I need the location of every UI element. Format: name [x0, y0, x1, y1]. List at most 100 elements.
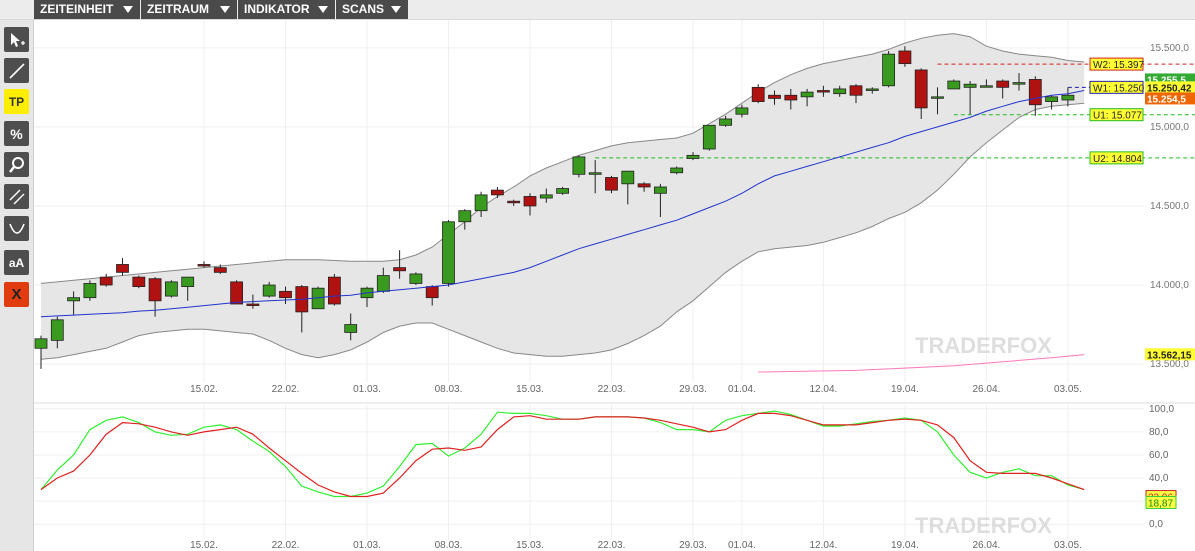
x-tick-label: 03.05.: [1054, 540, 1082, 551]
candle-body: [800, 91, 814, 98]
x-tick-label: 22.02.: [272, 384, 300, 395]
candle-body: [719, 118, 732, 126]
candle-body: [344, 324, 358, 333]
candle-body: [605, 177, 618, 191]
menu-scans-button[interactable]: SCANS: [336, 0, 408, 19]
candle-body: [768, 94, 781, 99]
price-tag-label: 15.254,5: [1147, 94, 1186, 105]
percent-icon[interactable]: %: [4, 121, 29, 146]
x-tick-label: 01.04.: [728, 540, 756, 551]
x-tick-label: 26.04.: [972, 384, 1000, 395]
candle-body: [490, 189, 504, 196]
zoom-icon[interactable]: [4, 152, 29, 177]
x-tick-label: 15.03.: [516, 384, 544, 395]
candle-body: [556, 188, 569, 194]
candle-body: [621, 170, 635, 185]
candle-body: [442, 221, 455, 284]
chevron-down-icon: [220, 6, 230, 13]
x-tick-label: 12.04.: [809, 540, 837, 551]
candle-body: [83, 283, 97, 299]
menu-indikator-button[interactable]: INDIKATOR: [238, 0, 335, 19]
candle-body: [539, 194, 553, 199]
watermark-oscillator: TRADERFOX: [915, 513, 1052, 538]
candle-body: [164, 281, 178, 297]
candle-body: [963, 83, 977, 88]
x-tick-label: 22.03.: [598, 540, 626, 551]
candle-body: [702, 124, 716, 150]
menu-label: SCANS: [342, 2, 385, 16]
candle-body: [458, 210, 472, 223]
x-tick-label: 03.05.: [1054, 384, 1082, 395]
candle-body: [409, 273, 423, 284]
y-tick-label: 60,0: [1149, 450, 1169, 461]
trendline-icon[interactable]: [4, 58, 29, 83]
candle-body: [67, 297, 80, 302]
chart-area[interactable]: 15.500,015.000,014.500,014.000,013.500,0…: [34, 20, 1195, 551]
candle-body: [1061, 94, 1075, 101]
menu-zeiteinheit-button[interactable]: ZEITEINHEIT: [34, 0, 140, 19]
candle-body: [116, 264, 129, 273]
y-tick-label: 80,0: [1149, 427, 1169, 438]
level-label: U2: 14.804: [1093, 154, 1142, 165]
candle-body: [425, 286, 439, 299]
y-tick-label: 15.500,0: [1150, 43, 1189, 54]
candle-body: [148, 278, 162, 302]
x-tick-label: 08.03.: [435, 384, 463, 395]
candle-body: [1045, 96, 1058, 102]
candle-body: [670, 167, 684, 174]
candle-body: [751, 86, 765, 102]
x-tick-label: 22.03.: [598, 384, 626, 395]
candle-body: [654, 186, 667, 194]
level-label: W2: 15.397: [1093, 60, 1145, 71]
y-tick-label: 40,0: [1149, 473, 1169, 484]
price-tag-label: 13.562,15: [1147, 350, 1192, 361]
y-tick-label: 100,0: [1149, 404, 1174, 415]
candle-body: [50, 319, 64, 341]
candle-body: [1028, 79, 1042, 106]
level-label: U1: 15.077: [1093, 111, 1142, 122]
candle-body: [817, 90, 830, 93]
text-size-icon[interactable]: aA: [4, 250, 29, 275]
candle-body: [474, 194, 488, 212]
candle-body: [376, 275, 390, 292]
candle-body: [132, 276, 146, 288]
tp-button[interactable]: TP: [4, 89, 29, 114]
menu-label: INDIKATOR: [244, 2, 310, 16]
candle-body: [262, 284, 276, 297]
menu-zeitraum-button[interactable]: ZEITRAUM: [141, 0, 237, 19]
candle-body: [735, 107, 749, 115]
candle-body: [279, 290, 292, 299]
level-label: W1: 15.250: [1093, 83, 1145, 94]
candle-body: [637, 183, 651, 188]
candle-body: [996, 80, 1010, 88]
candle-body: [931, 96, 944, 99]
x-tick-label: 01.03.: [353, 384, 381, 395]
menu-label: ZEITEINHEIT: [40, 2, 114, 16]
channel-icon[interactable]: [4, 184, 29, 209]
top-menu-bar: ZEITEINHEIT ZEITRAUM INDIKATOR SCANS: [0, 0, 1195, 20]
delete-icon[interactable]: X: [4, 282, 29, 307]
candle-body: [898, 50, 912, 65]
candle-body: [784, 94, 798, 101]
candle-body: [327, 276, 341, 305]
y-tick-label: 0,0: [1149, 519, 1163, 530]
candle-body: [947, 80, 961, 90]
oscillator-line: [40, 410, 1085, 498]
chevron-down-icon: [123, 6, 133, 13]
tool-label: X: [11, 286, 22, 303]
x-tick-label: 12.04.: [809, 384, 837, 395]
candle-body: [230, 281, 244, 305]
cursor-add-icon[interactable]: [4, 27, 29, 52]
x-tick-label: 29.03.: [679, 384, 707, 395]
candle-body: [849, 85, 863, 96]
candle-body: [246, 303, 260, 306]
x-tick-label: 22.02.: [272, 540, 300, 551]
drawing-toolbar: TP% aA X: [0, 20, 34, 551]
x-tick-label: 15.03.: [516, 540, 544, 551]
candle-body: [523, 196, 537, 207]
chevron-down-icon: [391, 6, 401, 13]
candle-body: [833, 88, 847, 95]
candle-body: [686, 154, 700, 159]
candle-body: [197, 264, 211, 267]
curve-icon[interactable]: [4, 216, 29, 241]
